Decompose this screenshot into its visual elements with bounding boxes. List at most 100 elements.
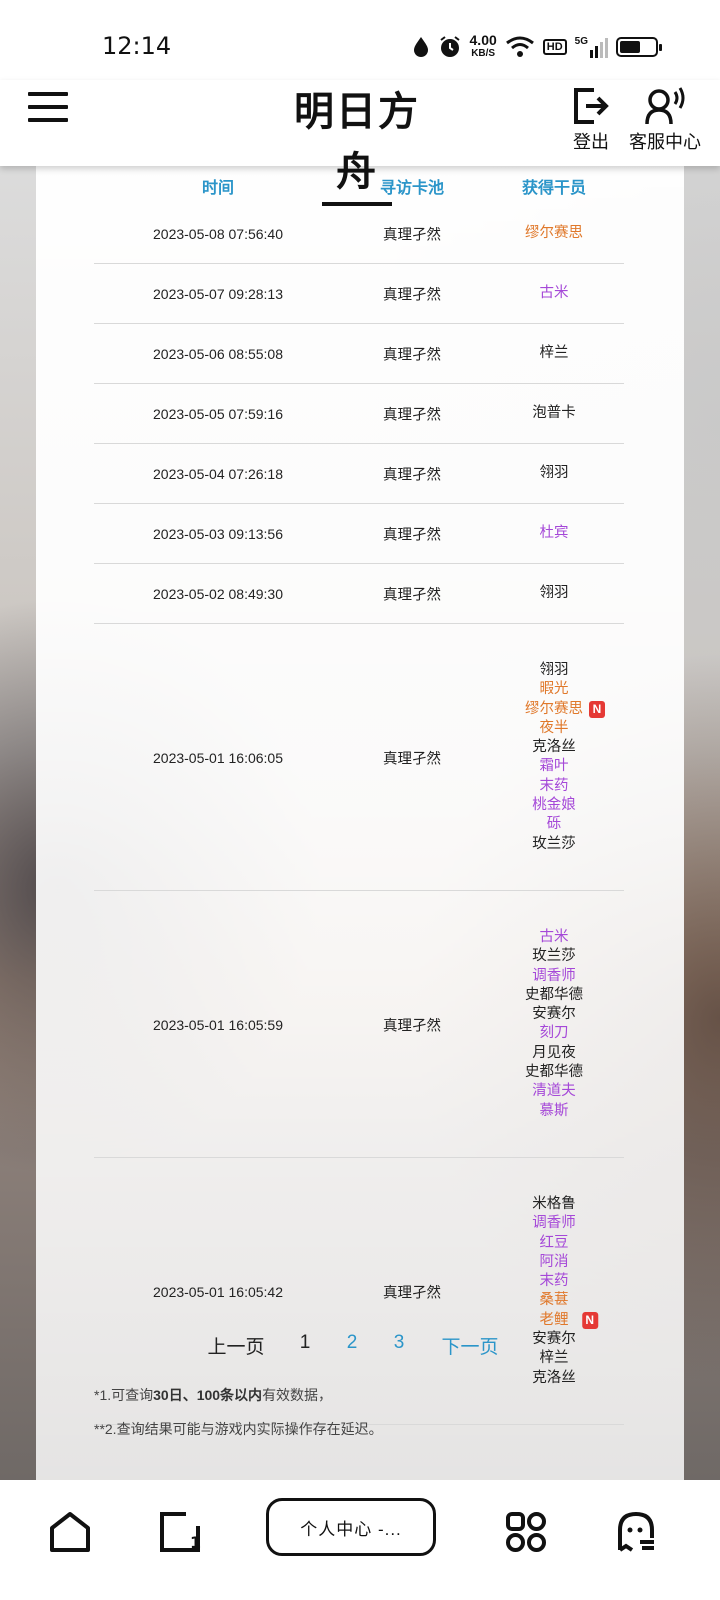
- operator-name: 玫兰莎: [532, 835, 576, 852]
- drop-icon: [413, 37, 428, 57]
- row-operators: 杜宾: [540, 524, 569, 543]
- site-header: 明日方舟 登出 客服中心: [0, 80, 720, 206]
- row-pool: 真理孑然: [383, 347, 441, 364]
- row-operators: 古米 玫兰莎 调香师 史都华德 安赛尔 刻刀 月见夜 史都华德 清道夫 慕斯: [525, 928, 583, 1121]
- customer-service-icon: [628, 84, 702, 128]
- operator-name: 翎羽: [539, 465, 569, 482]
- operator-name: 缪尔赛思: [525, 225, 583, 242]
- table-row: 2023-05-04 07:26:18 真理孑然 翎羽: [94, 444, 624, 504]
- pagination: 上一页 1 2 3 下一页: [36, 1332, 684, 1362]
- operator-name: 砾: [546, 816, 562, 833]
- arknights-logo[interactable]: 明日方舟: [282, 82, 432, 206]
- operator-name: 玫兰莎: [532, 948, 576, 965]
- operator-name: 月见夜: [532, 1044, 576, 1061]
- hd-icon: HD: [542, 39, 567, 55]
- signal-icon: 5G: [575, 36, 608, 58]
- svg-text:1: 1: [190, 1533, 201, 1552]
- row-operators: 古米: [540, 284, 569, 303]
- row-pool: 真理孑然: [383, 1285, 441, 1301]
- current-tab-label: 个人中心 -...: [300, 1519, 402, 1539]
- page-1-button[interactable]: 1: [300, 1332, 311, 1354]
- home-icon[interactable]: [46, 1508, 94, 1556]
- operator-name: 翎羽: [539, 662, 569, 678]
- row-time: 2023-05-01 16:05:59: [153, 1016, 283, 1033]
- row-time: 2023-05-04 07:26:18: [153, 466, 283, 482]
- row-operators: 翎羽: [540, 584, 569, 603]
- row-time: 2023-05-02 08:49:30: [153, 586, 283, 602]
- operator-name: 缪尔赛思 N: [525, 700, 605, 719]
- wifi-icon: [505, 36, 534, 57]
- row-pool: 真理孑然: [383, 587, 441, 604]
- row-time: 2023-05-03 09:13:56: [153, 526, 283, 542]
- next-page-button[interactable]: 下一页: [441, 1332, 498, 1359]
- operator-name: 桃金娘: [532, 797, 576, 814]
- operator-name: 古米: [539, 929, 569, 945]
- operator-name: 红豆: [539, 1234, 569, 1251]
- net-speed: 4.00 KB/S: [469, 32, 497, 59]
- logout-button[interactable]: 登出: [572, 84, 610, 154]
- alarm-icon: [439, 36, 460, 57]
- table-row: 2023-05-05 07:59:16 真理孑然 泡普卡: [94, 384, 624, 444]
- operator-name: 克洛丝: [532, 739, 576, 756]
- note-2: **2.查询结果可能与游戏内实际操作存在延迟。: [94, 1421, 383, 1437]
- page-2-button[interactable]: 2: [347, 1332, 358, 1354]
- row-pool: 真理孑然: [383, 751, 441, 767]
- prev-page-button[interactable]: 上一页: [207, 1332, 264, 1359]
- row-operators: 泡普卡: [532, 404, 576, 423]
- operator-name: 桑葚: [539, 1292, 569, 1309]
- apps-grid-icon[interactable]: [502, 1508, 550, 1556]
- operator-name: 慕斯: [539, 1102, 569, 1119]
- row-pool: 真理孑然: [383, 407, 441, 424]
- menu-icon[interactable]: [28, 92, 68, 124]
- operator-name: 米格鲁: [532, 1196, 576, 1212]
- header-operators: 获得干员: [521, 180, 587, 197]
- browser-bottom-bar: 1 个人中心 -...: [0, 1480, 720, 1600]
- row-operators: 翎羽暇光缪尔赛思 N 夜半克洛丝霜叶末药桃金娘砾玫兰莎: [525, 661, 605, 854]
- note-1: *1.可查询30日、100条以内有效数据，: [94, 1387, 333, 1403]
- row-time: 2023-05-01 16:06:05: [153, 749, 283, 766]
- ghost-mode-icon[interactable]: [612, 1508, 660, 1556]
- table-row: 2023-05-07 09:28:13 真理孑然 古米: [94, 264, 624, 324]
- row-time: 2023-05-01 16:05:42: [153, 1283, 283, 1300]
- operator-name: 杜宾: [539, 525, 569, 542]
- operator-name: 暇光: [539, 681, 569, 698]
- row-operators: 缪尔赛思: [525, 224, 583, 243]
- page-3-button[interactable]: 3: [394, 1332, 405, 1354]
- status-time: 12:14: [102, 32, 172, 60]
- row-operators: 翎羽: [540, 464, 569, 483]
- new-badge: N: [589, 700, 605, 718]
- operator-name: 夜半: [539, 719, 569, 736]
- logout-icon: [572, 84, 610, 128]
- operator-name: 清道夫: [532, 1083, 576, 1100]
- new-badge: N: [581, 1311, 598, 1329]
- row-pool: 真理孑然: [383, 527, 441, 544]
- current-tab-button[interactable]: 个人中心 -...: [266, 1498, 436, 1556]
- row-time: 2023-05-06 08:55:08: [153, 346, 283, 362]
- customer-service-label: 客服中心: [629, 132, 701, 152]
- row-pool: 真理孑然: [383, 287, 441, 304]
- row-pool: 真理孑然: [383, 467, 441, 484]
- operator-name: 老鲤 N: [532, 1311, 598, 1330]
- operator-name: 克洛丝: [532, 1369, 576, 1386]
- operator-name: 泡普卡: [532, 405, 576, 422]
- notes: *1.可查询30日、100条以内有效数据， **2.查询结果可能与游戏内实际操作…: [94, 1378, 383, 1446]
- operator-name: 调香师: [532, 1215, 576, 1232]
- customer-service-button[interactable]: 客服中心: [628, 84, 702, 154]
- header-time: 时间: [201, 180, 235, 197]
- logout-label: 登出: [573, 132, 609, 152]
- row-time: 2023-05-08 07:56:40: [153, 226, 283, 242]
- operator-name: 古米: [539, 285, 569, 302]
- operator-name: 刻刀: [539, 1025, 569, 1042]
- operator-name: 末药: [539, 777, 569, 794]
- tab-switcher-icon[interactable]: 1: [156, 1508, 204, 1556]
- operator-name: 霜叶: [539, 758, 569, 775]
- gacha-history-card: 时间 寻访卡池 获得干员 2023-05-08 07:56:40 真理孑然 缪尔赛思…: [36, 160, 684, 1480]
- row-time: 2023-05-05 07:59:16: [153, 406, 283, 422]
- operator-name: 梓兰: [539, 345, 569, 362]
- row-pool: 真理孑然: [383, 227, 441, 244]
- operator-name: 末药: [539, 1273, 569, 1290]
- operator-name: 阿消: [539, 1253, 569, 1270]
- operator-name: 史都华德: [525, 986, 583, 1003]
- operator-name: 翎羽: [539, 585, 569, 602]
- table-row: 2023-05-03 09:13:56 真理孑然 杜宾: [94, 504, 624, 564]
